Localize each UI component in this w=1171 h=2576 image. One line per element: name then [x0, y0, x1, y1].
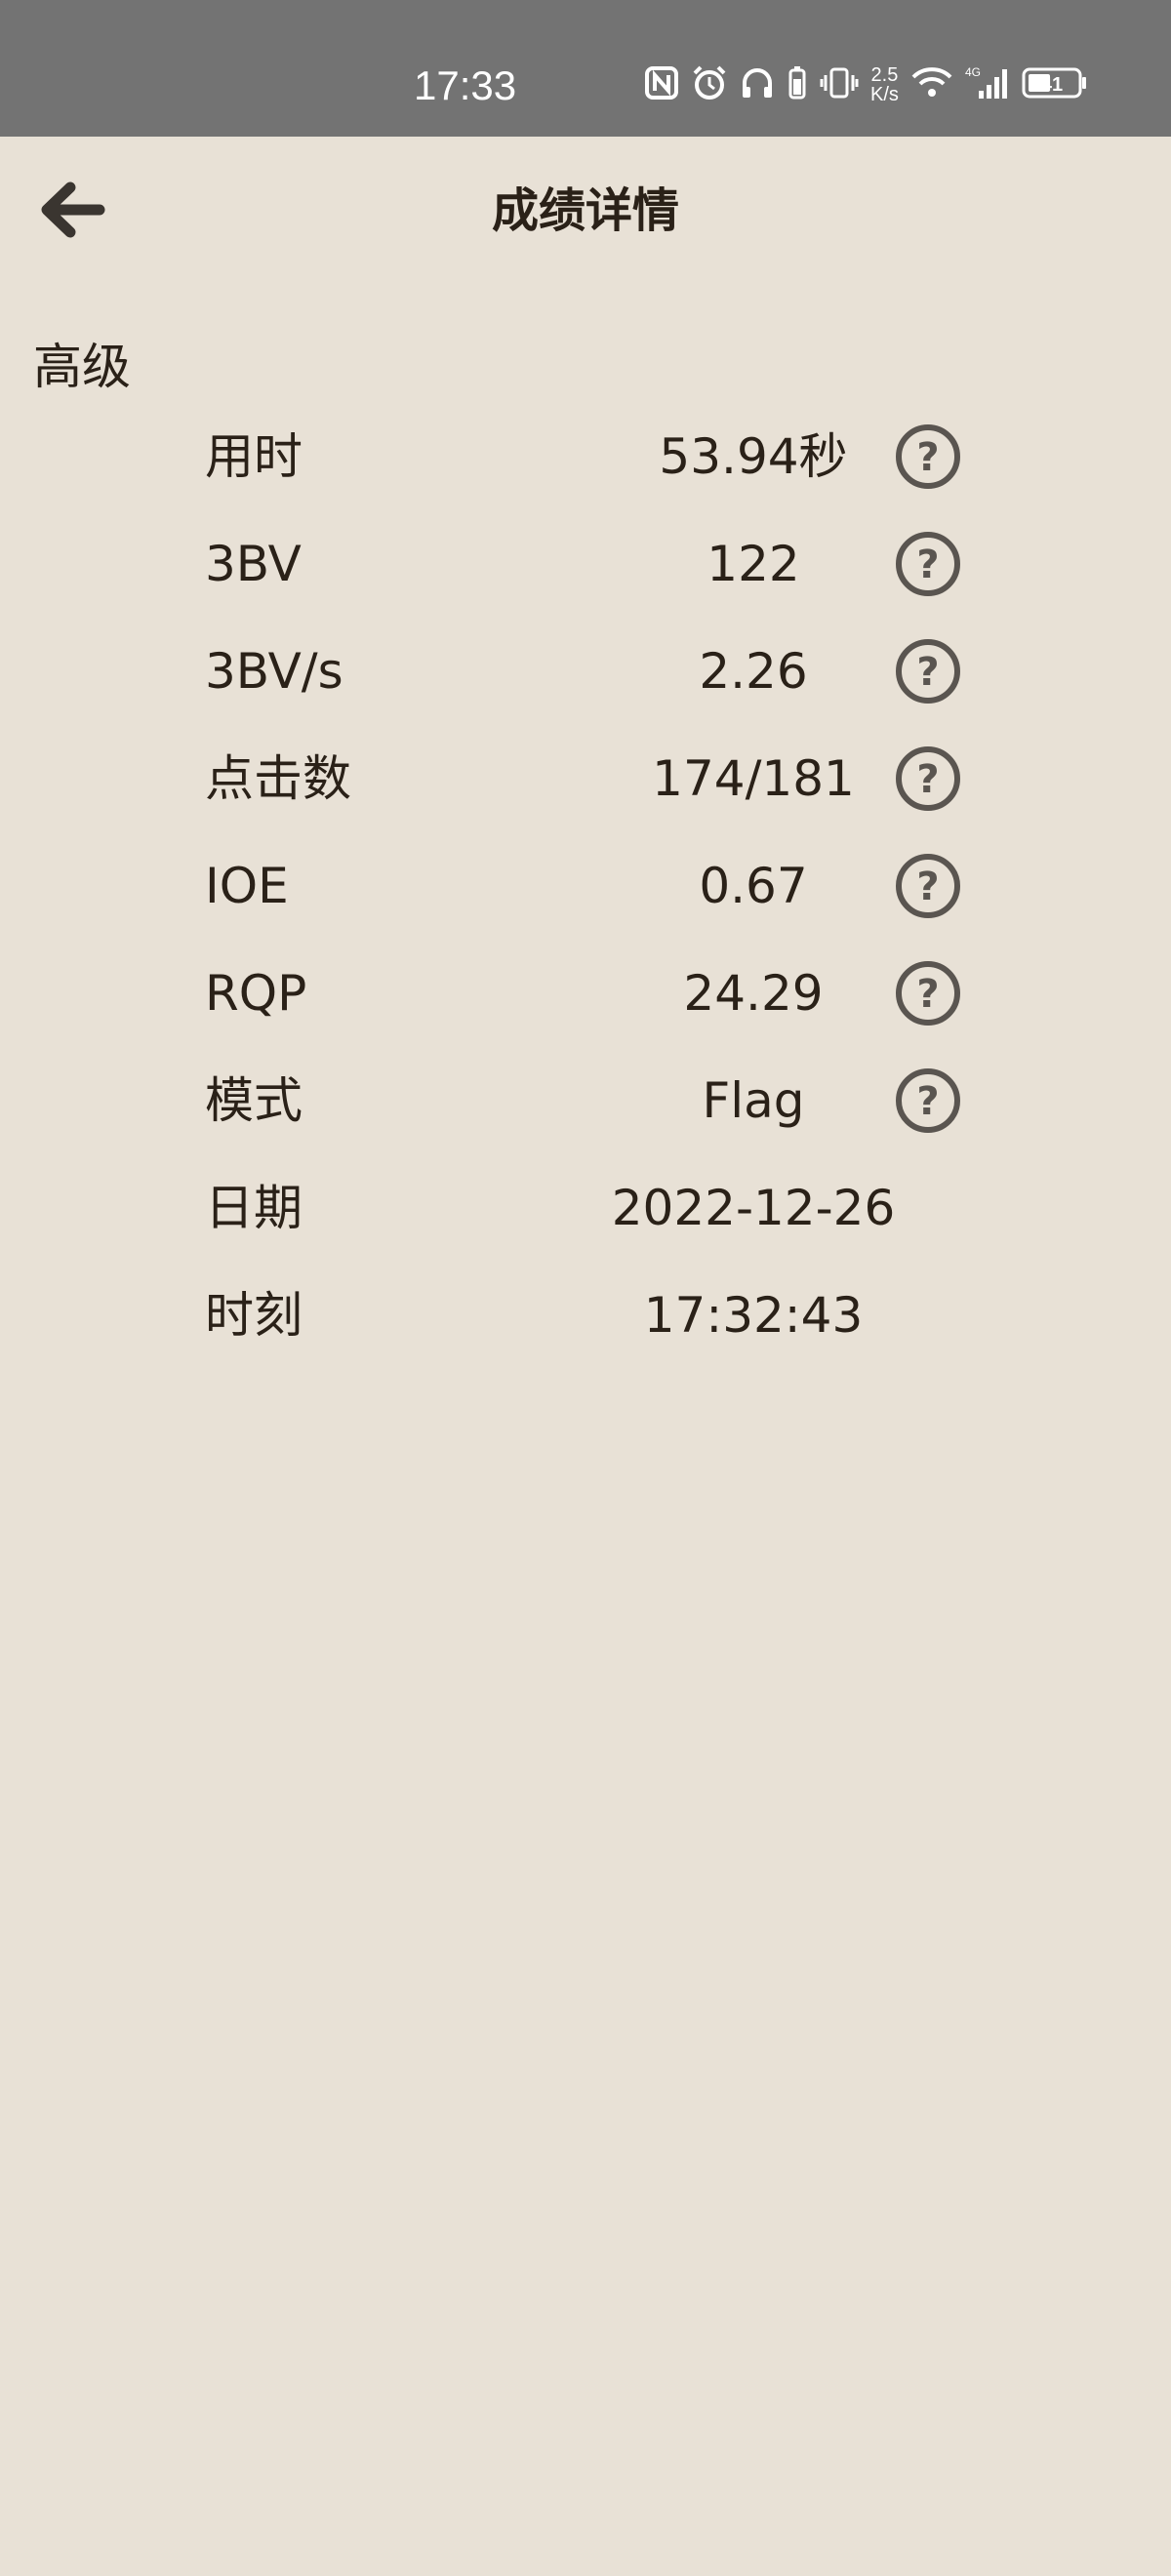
svg-text:?: ? — [916, 757, 939, 802]
help-icon[interactable]: ? — [895, 960, 961, 1026]
stat-value: 0.67 — [699, 858, 808, 914]
stat-value: 2022-12-26 — [611, 1180, 896, 1236]
stat-value: 53.94秒 — [659, 428, 848, 485]
status-icons: 2.5 K/s 4G 41 — [644, 60, 1100, 109]
stat-row-rqp: RQP 24.29 ? — [0, 939, 1171, 1046]
stat-label: IOE — [205, 858, 289, 914]
stat-label: 3BV — [205, 536, 302, 592]
stat-row-mode: 模式 Flag ? — [0, 1046, 1171, 1153]
stat-row-ioe: IOE 0.67 ? — [0, 831, 1171, 939]
help-icon[interactable]: ? — [895, 745, 961, 812]
stat-row-3bv-per-s: 3BV/s 2.26 ? — [0, 617, 1171, 724]
section-title: 高级 — [33, 339, 131, 395]
help-icon[interactable]: ? — [895, 853, 961, 919]
status-time: 17:33 — [414, 62, 517, 108]
svg-text:4G: 4G — [965, 65, 981, 79]
help-icon[interactable]: ? — [895, 1067, 961, 1134]
help-icon[interactable]: ? — [895, 531, 961, 597]
stat-label: 日期 — [205, 1180, 303, 1236]
svg-text:?: ? — [916, 650, 939, 695]
stat-value: 17:32:43 — [643, 1287, 864, 1344]
vibrate-icon — [820, 65, 859, 104]
battery-small-icon — [787, 65, 808, 104]
stat-label: 用时 — [205, 428, 303, 485]
stat-row-clicks: 点击数 174/181 ? — [0, 724, 1171, 831]
svg-text:?: ? — [916, 972, 939, 1017]
alarm-icon — [691, 64, 728, 105]
stat-label: 点击数 — [205, 750, 351, 807]
headphones-icon — [740, 65, 775, 104]
nfc-icon — [644, 65, 679, 104]
stat-value: Flag — [702, 1072, 805, 1129]
stat-row-3bv: 3BV 122 ? — [0, 509, 1171, 617]
stat-label: 3BV/s — [205, 643, 343, 700]
stat-label: 模式 — [205, 1072, 303, 1129]
battery-icon: 41 — [1022, 65, 1088, 104]
svg-text:?: ? — [916, 1079, 939, 1124]
stat-value: 2.26 — [699, 643, 808, 700]
page-title: 成绩详情 — [491, 183, 679, 238]
help-icon[interactable]: ? — [895, 423, 961, 490]
stat-row-clock-time: 时刻 17:32:43 — [0, 1261, 1171, 1368]
stat-row-time: 用时 53.94秒 ? — [0, 402, 1171, 509]
svg-text:?: ? — [916, 543, 939, 587]
help-icon[interactable]: ? — [895, 638, 961, 704]
svg-text:41: 41 — [1041, 74, 1063, 96]
svg-text:?: ? — [916, 865, 939, 909]
stat-label: 时刻 — [205, 1287, 303, 1344]
stat-label: RQP — [205, 965, 307, 1022]
stat-value: 24.29 — [683, 965, 824, 1022]
svg-text:?: ? — [916, 435, 939, 480]
wifi-icon — [910, 65, 953, 104]
status-bar: 17:33 2.5 K/s 4G 41 — [0, 0, 1171, 137]
stat-value: 122 — [707, 536, 800, 592]
network-speed: 2.5 K/s — [870, 64, 899, 105]
stat-row-date: 日期 2022-12-26 — [0, 1153, 1171, 1261]
signal-icon: 4G — [965, 65, 1010, 104]
stat-value: 174/181 — [652, 750, 855, 807]
